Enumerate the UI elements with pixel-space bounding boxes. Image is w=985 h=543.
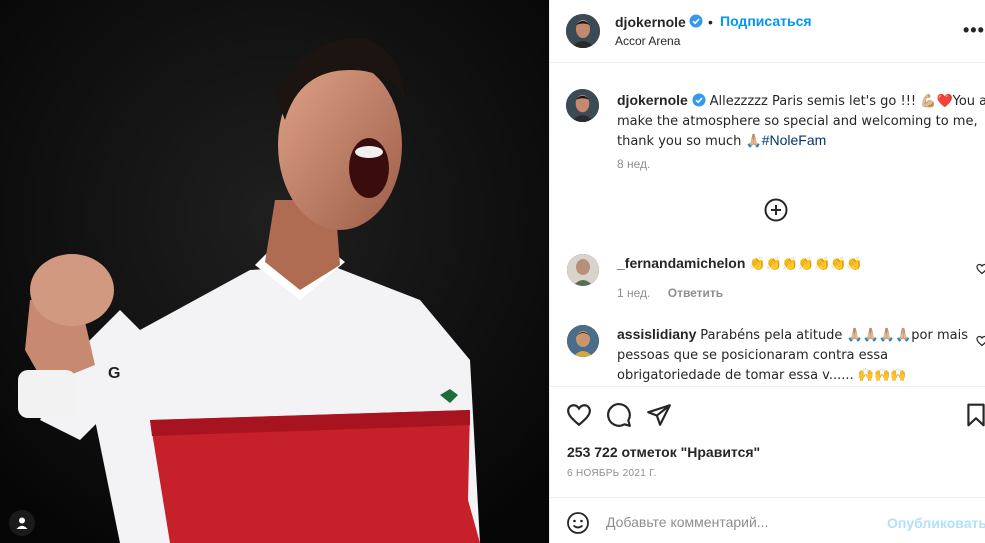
follow-button[interactable]: Подписаться (720, 13, 812, 29)
caption-timestamp[interactable]: 8 нед. (617, 157, 650, 171)
tennis-player-image: G (0, 0, 549, 543)
post-photo[interactable]: G (0, 0, 549, 543)
separator-dot: • (708, 14, 713, 30)
comment-username[interactable]: _fernandamichelon (617, 255, 745, 271)
commenter-avatar[interactable] (567, 325, 599, 357)
comments-section[interactable]: djokernole Allezzzzz Paris semis let's g… (550, 64, 985, 387)
comment-timestamp[interactable]: 1 нед. (617, 286, 650, 300)
post-date[interactable]: 6 НОЯБРЬ 2021 Г. (567, 468, 657, 479)
likes-count[interactable]: 253 722 отметок "Нравится" (567, 444, 760, 460)
publish-button[interactable]: Опубликовать (887, 515, 985, 531)
heart-icon[interactable] (976, 334, 985, 347)
add-circle-icon[interactable] (764, 198, 788, 222)
reply-button[interactable]: Ответить (668, 286, 723, 300)
bookmark-icon[interactable] (963, 402, 985, 428)
verified-badge-icon (692, 93, 706, 111)
caption-avatar[interactable] (566, 89, 599, 122)
heart-icon[interactable] (976, 262, 985, 275)
emoji-icon[interactable] (566, 511, 590, 535)
comment-username[interactable]: assislidiany (617, 326, 696, 342)
comment-input[interactable] (606, 510, 866, 534)
author-username[interactable]: djokernole (615, 14, 686, 30)
post-side-panel: djokernole • Подписаться Accor Arena •••… (549, 0, 985, 543)
share-icon[interactable] (646, 402, 672, 428)
caption-hashtag[interactable]: #NoleFam (762, 132, 827, 148)
heart-icon[interactable] (566, 402, 592, 428)
author-avatar[interactable] (566, 14, 600, 48)
user-tag-icon[interactable] (9, 510, 35, 536)
more-options-icon[interactable]: ••• (963, 20, 985, 41)
post-caption: djokernole Allezzzzz Paris semis let's g… (617, 91, 985, 151)
comment-text-row: assislidiany Parabéns pela atitude 🙏🏼🙏🏼🙏… (617, 325, 985, 385)
comment-icon[interactable] (606, 402, 632, 428)
add-comment-bar: Опубликовать (550, 499, 985, 543)
comment-text-row: _fernandamichelon 👏👏👏👏👏👏👏 (617, 255, 863, 272)
post-actions: 253 722 отметок "Нравится" 6 НОЯБРЬ 2021… (550, 388, 985, 498)
comment-text: 👏👏👏👏👏👏👏 (749, 257, 863, 272)
comment-meta: 1 нед. Ответить (617, 286, 723, 300)
post-location[interactable]: Accor Arena (615, 34, 680, 48)
post-header: djokernole • Подписаться Accor Arena ••• (550, 0, 985, 63)
svg-text:G: G (108, 365, 120, 382)
caption-username[interactable]: djokernole (617, 92, 688, 108)
commenter-avatar[interactable] (567, 254, 599, 286)
verified-badge-icon (689, 14, 703, 31)
